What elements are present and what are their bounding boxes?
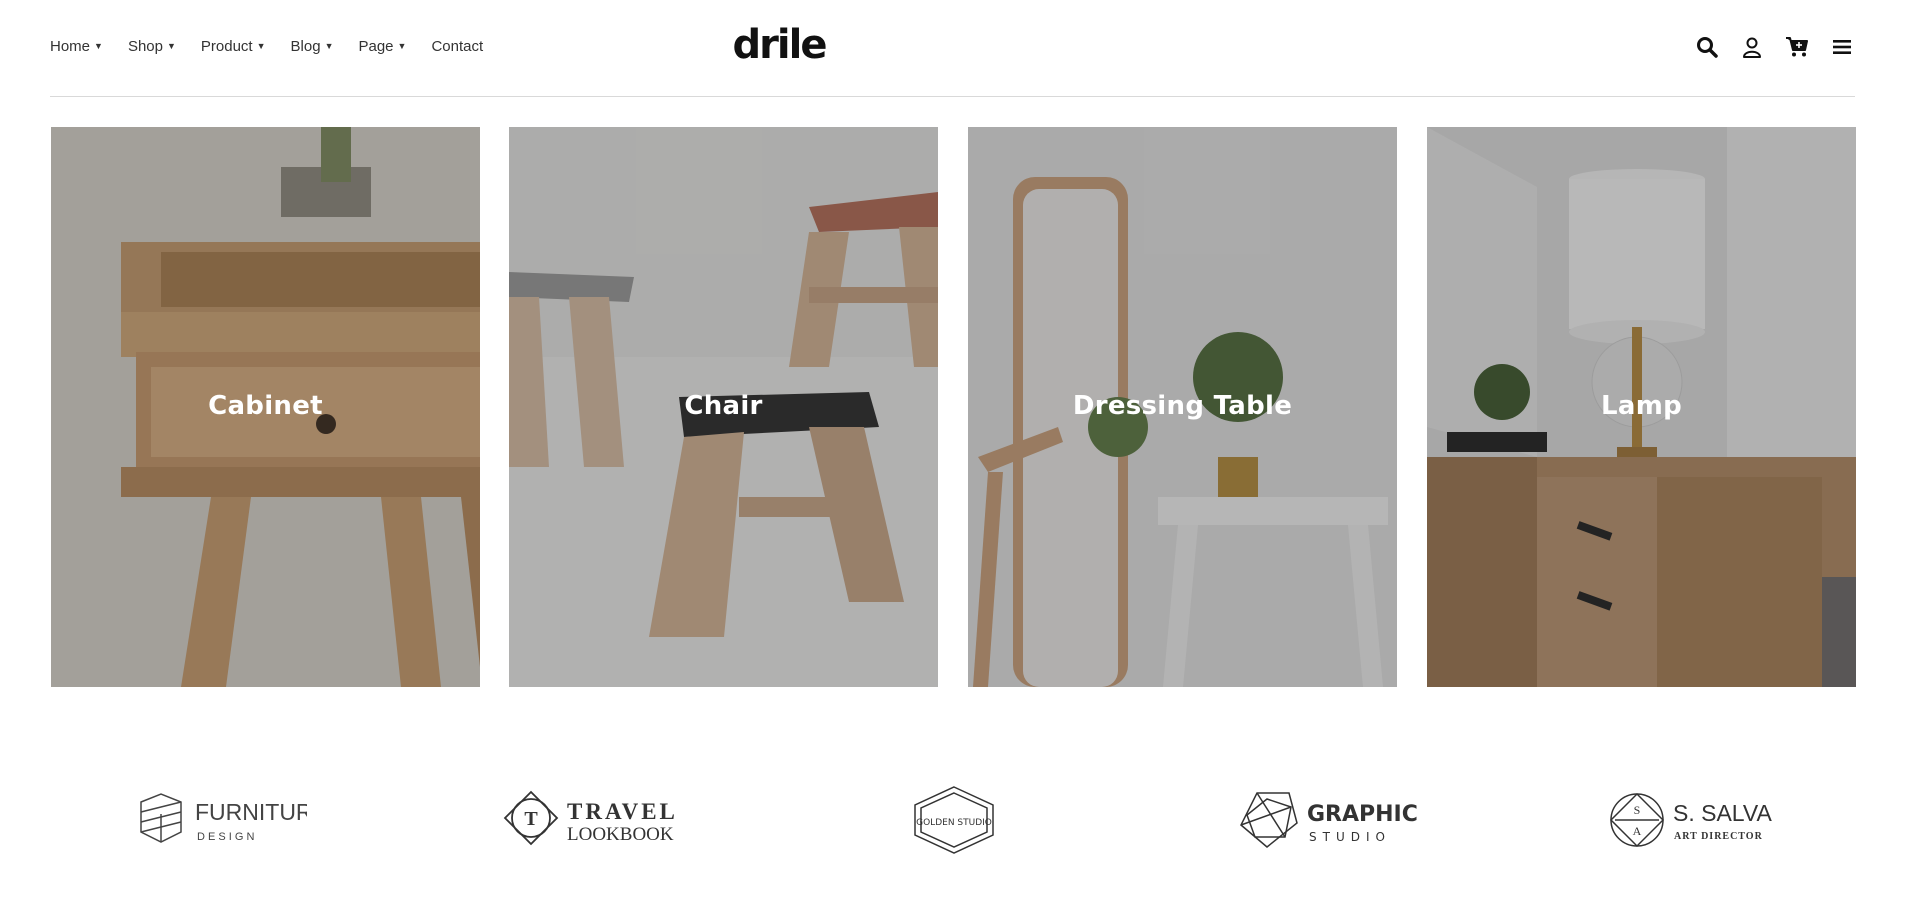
nav-home-label: Home <box>50 38 91 55</box>
cart-icon[interactable] <box>1784 34 1810 60</box>
nav-shop-label: Shop <box>127 38 163 55</box>
nav-home[interactable]: Home ▼ <box>50 38 103 55</box>
brand-golden-studio[interactable]: GOLDEN STUDIO <box>909 780 999 860</box>
brand-mark-top: S <box>1634 803 1641 817</box>
category-label: Dressing Table <box>1072 391 1293 421</box>
brand-name: TRAVEL <box>567 799 678 824</box>
nav-page-label: Page <box>358 38 394 55</box>
brand-name: GOLDEN STUDIO <box>916 818 992 828</box>
category-card-chair[interactable]: Chair <box>509 127 938 687</box>
brand-s-salva[interactable]: S A S. SALVA ART DIRECTOR <box>1607 780 1777 860</box>
chevron-down-icon: ▼ <box>94 40 103 51</box>
site-logo[interactable]: drile <box>724 22 834 68</box>
brand-name: GRAPHIC <box>1307 802 1417 827</box>
search-icon[interactable] <box>1694 34 1720 60</box>
category-label: Chair <box>684 391 763 421</box>
brand-tagline: STUDIO <box>1309 830 1391 844</box>
nav-page[interactable]: Page ▼ <box>358 38 406 55</box>
nav-contact-label: Contact <box>431 38 484 55</box>
chevron-down-icon: ▼ <box>256 40 266 51</box>
brand-tagline: D E S I G N <box>197 831 255 843</box>
logo-text: drile <box>733 22 827 68</box>
category-grid: Cabinet Chair Dressing Table Lamp <box>51 127 1856 687</box>
site-header: Home ▼ Shop ▼ Product ▼ Blog ▼ Page ▼ Co… <box>50 0 1855 97</box>
brand-tagline: ART DIRECTOR <box>1674 831 1763 842</box>
brand-mark: T <box>524 808 538 830</box>
category-label: Lamp <box>1600 391 1682 421</box>
brand-mark-bottom: A <box>1633 824 1642 838</box>
nav-product[interactable]: Product ▼ <box>201 38 266 55</box>
nav-blog-label: Blog <box>290 38 321 55</box>
category-label: Cabinet <box>208 391 323 421</box>
brand-furniture-design[interactable]: FURNITURE D E S I G N <box>137 780 307 860</box>
main-nav: Home ▼ Shop ▼ Product ▼ Blog ▼ Page ▼ Co… <box>50 38 508 55</box>
user-icon[interactable] <box>1739 34 1765 60</box>
category-card-dressing-table[interactable]: Dressing Table <box>968 127 1397 687</box>
menu-icon[interactable] <box>1829 34 1855 60</box>
brand-graphic-studio[interactable]: GRAPHIC STUDIO <box>1237 780 1417 860</box>
category-card-cabinet[interactable]: Cabinet <box>51 127 480 687</box>
brand-logos: FURNITURE D E S I G N T TRAVEL LOOKBOOK … <box>51 780 1856 860</box>
nav-blog[interactable]: Blog ▼ <box>291 38 334 55</box>
category-card-lamp[interactable]: Lamp <box>1427 127 1856 687</box>
brand-travel-lookbook[interactable]: T TRAVEL LOOKBOOK <box>501 780 681 860</box>
nav-product-label: Product <box>200 38 253 55</box>
brand-name: S. SALVA <box>1673 800 1773 826</box>
nav-shop[interactable]: Shop ▼ <box>128 38 176 55</box>
chevron-down-icon: ▼ <box>324 40 334 51</box>
header-actions <box>1675 34 1855 60</box>
chevron-down-icon: ▼ <box>166 40 176 51</box>
brand-tagline: LOOKBOOK <box>567 824 674 845</box>
brand-name: FURNITURE <box>195 799 307 825</box>
chevron-down-icon: ▼ <box>397 40 407 51</box>
nav-contact[interactable]: Contact <box>431 38 483 55</box>
